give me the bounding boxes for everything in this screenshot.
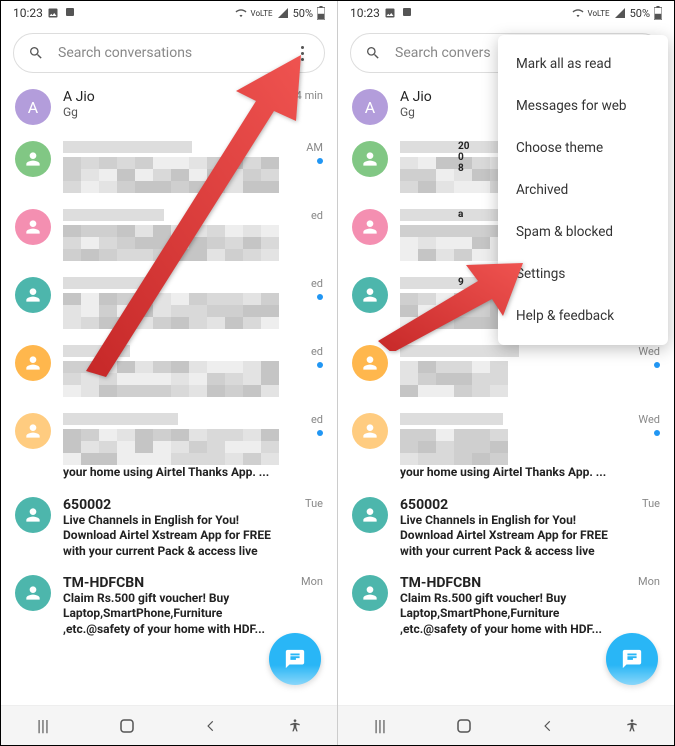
conversation-row[interactable]: 650002Live Channels in English for You! … [1, 489, 337, 567]
options-menu: Mark all as readMessages for webChoose t… [498, 35, 668, 345]
status-time: 10:23 [13, 6, 43, 20]
timestamp: ed [283, 345, 323, 368]
nav-bar: ||| [338, 705, 674, 745]
unread-dot [317, 158, 323, 164]
timestamp: AM [283, 141, 323, 164]
compose-fab[interactable] [269, 633, 321, 685]
search-icon [365, 45, 381, 61]
search-placeholder: Search conversations [58, 45, 280, 61]
signal-icon [277, 7, 289, 19]
status-pic-icon2 [400, 7, 412, 19]
wifi-icon [235, 7, 247, 19]
nav-accessibility[interactable] [620, 714, 644, 738]
unread-dot [317, 294, 323, 300]
conversation-row[interactable]: Wed [338, 337, 674, 405]
volte-label: VoLTE [251, 9, 273, 18]
avatar [352, 277, 388, 313]
more-options-button[interactable] [294, 46, 310, 61]
nav-bar: ||| [1, 705, 337, 745]
nav-accessibility[interactable] [283, 714, 307, 738]
unread-dot [654, 430, 660, 436]
search-icon [28, 45, 44, 61]
chat-icon [284, 648, 306, 670]
battery-text: 50% [293, 7, 313, 20]
nav-back[interactable] [536, 714, 560, 738]
status-pic-icon [47, 7, 59, 19]
timestamp: 24 min [283, 89, 323, 102]
avatar [352, 345, 388, 381]
avatar [15, 413, 51, 449]
signal-icon [614, 7, 626, 19]
avatar [15, 141, 51, 177]
timestamp: ed [283, 209, 323, 222]
avatar [352, 413, 388, 449]
phone-right: 10:23 VoLTE 50% Search convers AA JioGg2… [338, 1, 674, 745]
menu-item-choose-theme[interactable]: Choose theme [498, 127, 668, 169]
timestamp: Wed [620, 345, 660, 368]
timestamp: Tue [283, 497, 323, 510]
status-pic-icon2 [63, 7, 75, 19]
battery-text: 50% [630, 7, 650, 20]
conversation-row[interactable]: AM [1, 133, 337, 201]
menu-item-archived[interactable]: Archived [498, 169, 668, 211]
timestamp: Tue [620, 497, 660, 510]
wifi-icon [572, 7, 584, 19]
status-pic-icon [384, 7, 396, 19]
conversation-row[interactable]: TM-HDFCBNClaim Rs.500 gift voucher! Buy … [1, 567, 337, 645]
avatar [352, 575, 388, 611]
conversation-row[interactable]: ed [1, 201, 337, 269]
status-bar: 10:23 VoLTE 50% [338, 1, 674, 25]
avatar: A [352, 89, 388, 125]
menu-item-spam-blocked[interactable]: Spam & blocked [498, 211, 668, 253]
timestamp: Mon [620, 575, 660, 588]
battery-icon [317, 6, 325, 20]
avatar [15, 345, 51, 381]
nav-home[interactable] [115, 714, 139, 738]
unread-dot [317, 362, 323, 368]
nav-recent[interactable]: ||| [31, 714, 55, 738]
volte-label: VoLTE [588, 9, 610, 18]
avatar [15, 277, 51, 313]
timestamp: ed [283, 277, 323, 300]
unread-dot [654, 362, 660, 368]
timestamp: Wed [620, 413, 660, 436]
menu-item-messages-for-web[interactable]: Messages for web [498, 85, 668, 127]
avatar [352, 141, 388, 177]
avatar [352, 209, 388, 245]
conversation-row[interactable]: AA JioGg24 min [1, 81, 337, 133]
menu-item-mark-all-as-read[interactable]: Mark all as read [498, 43, 668, 85]
compose-fab[interactable] [606, 633, 658, 685]
timestamp: ed [283, 413, 323, 436]
conversation-row[interactable]: 650002Live Channels in English for You! … [338, 489, 674, 567]
conversation-row[interactable]: your home using Airtel Thanks App. ...We… [338, 405, 674, 489]
status-bar: 10:23 VoLTE 50% [1, 1, 337, 25]
chat-icon [621, 648, 643, 670]
nav-back[interactable] [199, 714, 223, 738]
menu-item-settings[interactable]: Settings [498, 253, 668, 295]
battery-icon [654, 6, 662, 20]
nav-home[interactable] [452, 714, 476, 738]
unread-dot [317, 430, 323, 436]
conversation-row[interactable]: your home using Airtel Thanks App. ...ed [1, 405, 337, 489]
avatar [352, 497, 388, 533]
phone-left: 10:23 VoLTE 50% Search conversations AA … [1, 1, 338, 745]
avatar: A [15, 89, 51, 125]
status-time: 10:23 [350, 6, 380, 20]
avatar [15, 575, 51, 611]
menu-item-help-feedback[interactable]: Help & feedback [498, 295, 668, 337]
conversation-row[interactable]: ed [1, 337, 337, 405]
avatar [15, 497, 51, 533]
conversation-row[interactable]: ed [1, 269, 337, 337]
conversation-list[interactable]: AA JioGg24 minAMedededyour home using Ai… [1, 81, 337, 705]
search-bar[interactable]: Search conversations [13, 33, 325, 73]
avatar [15, 209, 51, 245]
nav-recent[interactable]: ||| [368, 714, 392, 738]
timestamp: Mon [283, 575, 323, 588]
conversation-row[interactable]: TM-HDFCBNClaim Rs.500 gift voucher! Buy … [338, 567, 674, 645]
